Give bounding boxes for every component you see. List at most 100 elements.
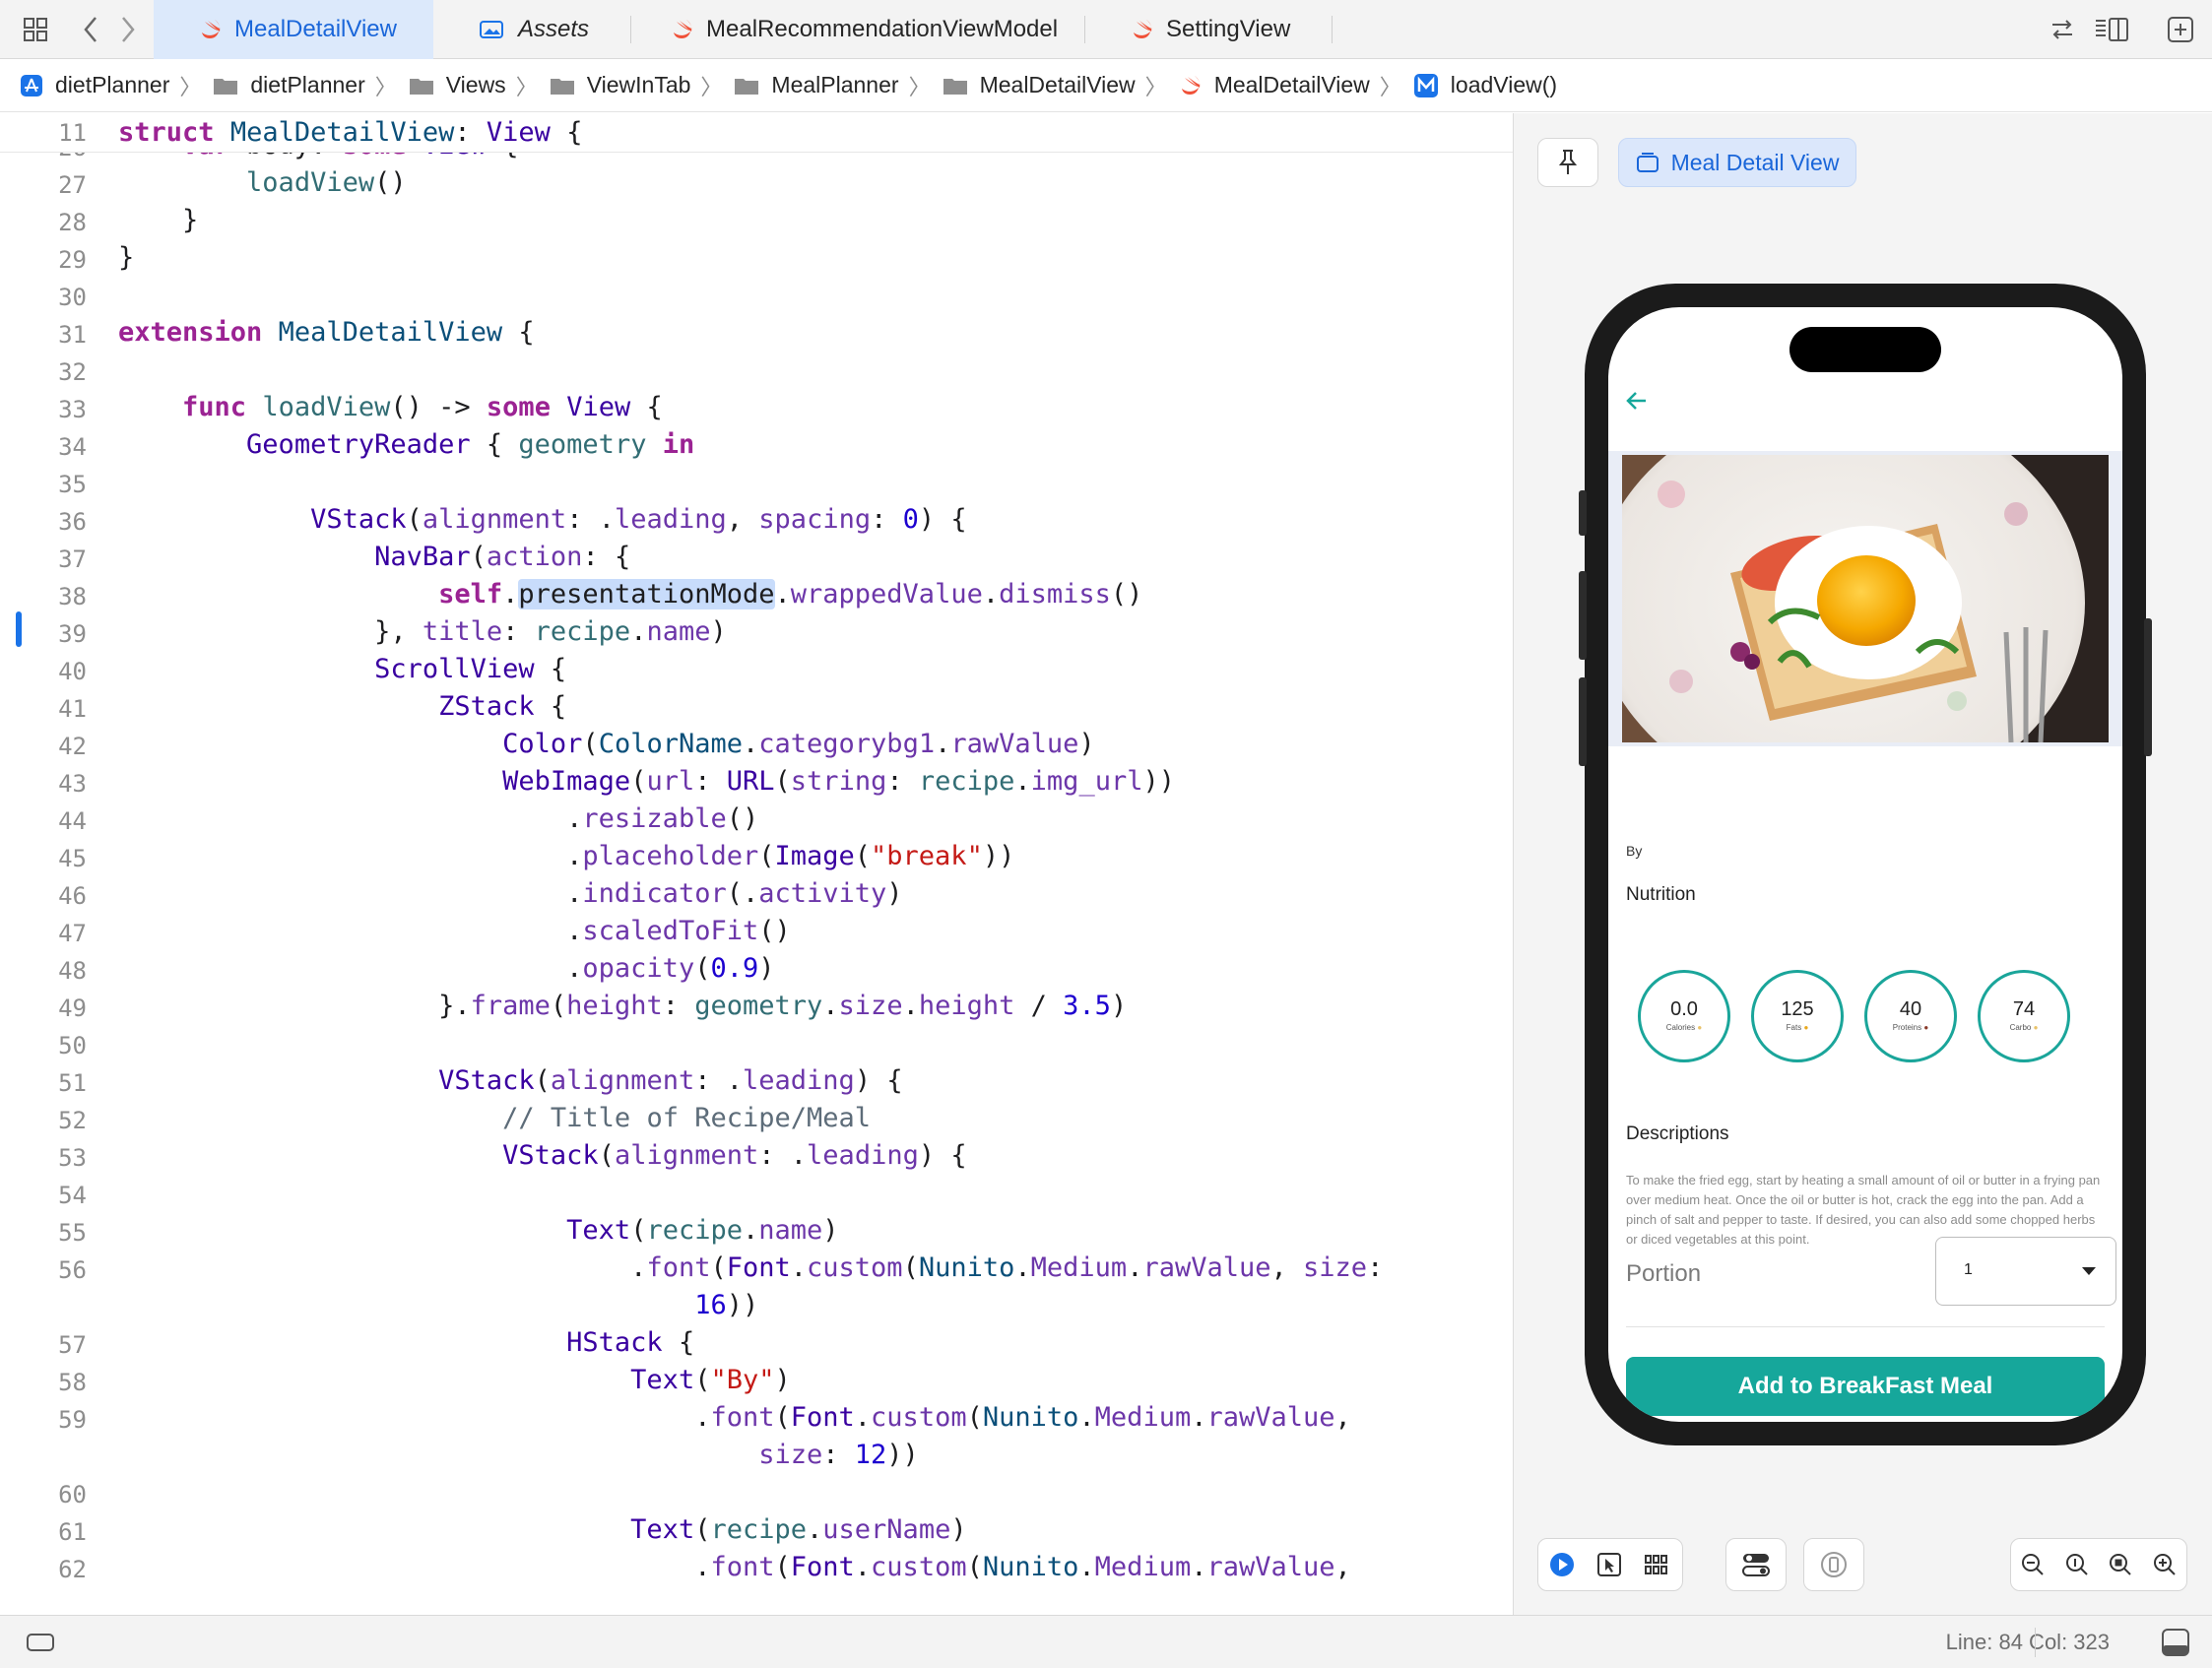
iphone-device-frame: By Nutrition 0.0 Calories ● 125 Fats ● 4… — [1579, 284, 2152, 1445]
pin-preview-button[interactable] — [1537, 138, 1598, 187]
line-number: 30 — [58, 284, 87, 311]
forward-nav-icon[interactable] — [110, 12, 146, 47]
code-line: func loadView() -> some View { — [182, 392, 663, 422]
tab-separator — [1332, 16, 1333, 43]
breadcrumb-item-mealplanner[interactable]: MealPlanner 〉 — [734, 70, 942, 101]
breadcrumb-item-mealdetailview-folder[interactable]: MealDetailView 〉 — [943, 70, 1179, 101]
nutrition-label: Carbo — [2009, 1023, 2032, 1032]
add-editor-icon[interactable] — [2163, 12, 2198, 47]
code-line: NavBar(action: { — [374, 542, 631, 572]
back-nav-icon[interactable] — [73, 12, 108, 47]
code-line: struct MealDetailView: View { — [118, 117, 583, 148]
status-bar: Line: 84 Col: 323 — [0, 1615, 2212, 1668]
zoom-controls — [2010, 1538, 2187, 1591]
line-number: 36 — [58, 508, 87, 536]
selectable-mode-button[interactable] — [1586, 1541, 1633, 1588]
volume-down-button — [1579, 677, 1587, 766]
breadcrumb-item-project[interactable]: dietPlanner 〉 — [20, 70, 213, 101]
nutrition-label: Fats — [1786, 1023, 1802, 1032]
code-line: } — [118, 205, 199, 235]
zoom-100-button[interactable] — [2055, 1541, 2100, 1588]
line-number: 51 — [58, 1069, 87, 1097]
breadcrumb-label: loadView() — [1450, 72, 1558, 97]
chevron-right-icon: 〉 — [908, 74, 931, 99]
swap-arrows-icon[interactable] — [2045, 12, 2080, 47]
tab-label: Assets — [518, 16, 590, 42]
zoom-in-button[interactable] — [2143, 1541, 2187, 1588]
volume-up-button — [1579, 571, 1587, 660]
breadcrumb-label: dietPlanner — [55, 72, 170, 97]
code-line: self.presentationMode.wrappedValue.dismi… — [438, 579, 1143, 609]
device-orientation-button[interactable] — [1803, 1538, 1864, 1591]
folder-icon — [550, 76, 575, 96]
code-line: Text(recipe.name) — [566, 1215, 839, 1246]
breadcrumb-item-mealdetailview-file[interactable]: MealDetailView 〉 — [1179, 70, 1413, 101]
meal-photo — [1608, 451, 2122, 746]
pin-icon — [1558, 150, 1578, 174]
code-line: 16)) — [694, 1290, 759, 1320]
nutrition-circle-fats: 125 Fats ● — [1751, 970, 1844, 1062]
code-line: Text(recipe.userName) — [630, 1514, 967, 1545]
line-number: 58 — [58, 1369, 87, 1396]
line-number: 29 — [58, 246, 87, 274]
zoom-fit-button[interactable] — [2099, 1541, 2143, 1588]
preview-canvas: Meal Detail View By Nutrition 0.0 Calori… — [1513, 113, 2212, 1615]
folder-icon — [943, 76, 968, 96]
line-number: 43 — [58, 770, 87, 798]
line-number: 57 — [58, 1331, 87, 1359]
nutrition-value: 74 — [2012, 998, 2036, 1020]
breadcrumb-item-views[interactable]: Views 〉 — [409, 70, 550, 101]
divider — [1626, 1326, 2105, 1327]
line-number: 39 — [58, 620, 87, 648]
preview-window-icon — [1636, 152, 1659, 173]
line-number: 37 — [58, 545, 87, 573]
device-icon — [1821, 1552, 1847, 1577]
breadcrumb-label: MealDetailView — [979, 72, 1136, 97]
tab-mealdetailview[interactable]: MealDetailView — [154, 0, 433, 59]
device-settings-button[interactable] — [1725, 1538, 1787, 1591]
code-line: .font(Font.custom(Nunito.Medium.rawValue… — [118, 1552, 1351, 1582]
breadcrumb-label: MealDetailView — [1213, 72, 1370, 97]
chevron-right-icon: 〉 — [374, 74, 397, 99]
breadcrumb: dietPlanner 〉 dietPlanner 〉 Views 〉 ViewInT… — [0, 59, 2212, 112]
editor-layout-icon[interactable] — [2094, 12, 2129, 47]
code-line: }, title: recipe.name) — [118, 616, 727, 647]
zoom-out-button[interactable] — [2011, 1541, 2055, 1588]
method-icon — [1413, 73, 1439, 98]
breadcrumb-item-viewintab[interactable]: ViewInTab 〉 — [550, 70, 735, 101]
code-line: } — [118, 242, 135, 273]
code-line: .font(Font.custom(Nunito.Medium.rawValue… — [118, 1402, 1351, 1433]
breadcrumb-item-group[interactable]: dietPlanner 〉 — [213, 70, 408, 101]
caret-down-icon — [2082, 1267, 2096, 1275]
proteins-icon: ● — [1923, 1023, 1929, 1032]
line-number: 11 — [58, 119, 87, 147]
source-editor[interactable]: 11 struct MealDetailView: View { 26 var … — [0, 113, 1513, 1615]
app-project-icon — [20, 74, 43, 97]
code-line: WebImage(url: URL(string: recipe.img_url… — [502, 766, 1175, 797]
tab-assets[interactable]: Assets — [433, 0, 630, 59]
add-to-breakfast-button[interactable]: Add to BreakFast Meal — [1626, 1357, 2105, 1416]
code-line: VStack(alignment: .leading) { — [502, 1140, 967, 1171]
variants-button[interactable] — [1633, 1541, 1680, 1588]
live-preview-button[interactable] — [1538, 1541, 1586, 1588]
line-number: 53 — [58, 1144, 87, 1172]
line-number: 59 — [58, 1406, 87, 1434]
chevron-right-icon: 〉 — [515, 74, 538, 99]
line-number: 44 — [58, 807, 87, 835]
tab-settingview[interactable]: SettingView — [1085, 0, 1332, 59]
author-by-label: By — [1626, 843, 1643, 859]
preview-name-button[interactable]: Meal Detail View — [1618, 138, 1856, 187]
nutrition-title: Nutrition — [1626, 884, 1696, 905]
debug-area-toggle-icon[interactable] — [26, 1632, 55, 1658]
inspector-toggle-icon[interactable] — [2161, 1628, 2190, 1662]
grid-icon[interactable] — [18, 12, 53, 47]
nutrition-label: Proteins — [1892, 1023, 1922, 1032]
tab-mealrecommendationviewmodel[interactable]: MealRecommendationViewModel — [631, 0, 1084, 59]
breadcrumb-item-loadview[interactable]: loadView() — [1413, 72, 1557, 98]
descriptions-title: Descriptions — [1626, 1123, 1729, 1144]
portion-dropdown[interactable]: 1 — [1935, 1237, 2116, 1306]
code-line: VStack(alignment: .leading) { — [438, 1065, 903, 1096]
code-line: // Title of Recipe/Meal — [502, 1103, 872, 1133]
back-arrow-icon[interactable] — [1624, 388, 1650, 418]
line-number: 33 — [58, 396, 87, 423]
